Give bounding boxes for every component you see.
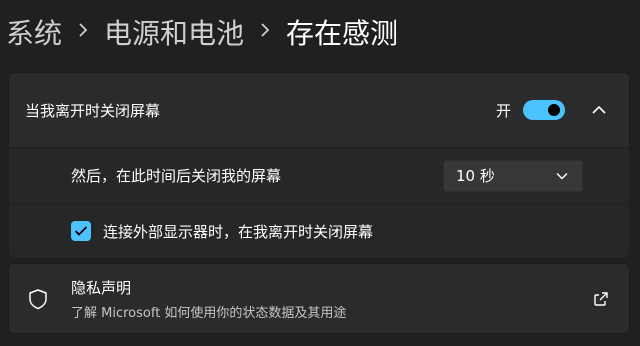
breadcrumb-power-battery[interactable]: 电源和电池	[104, 12, 244, 52]
collapse-button[interactable]	[587, 98, 611, 122]
timeout-label: 然后，在此时间后关闭我的屏幕	[71, 167, 282, 185]
external-link-icon[interactable]	[593, 291, 609, 307]
external-monitor-checkbox[interactable]	[71, 221, 91, 241]
shield-icon	[29, 288, 47, 309]
privacy-subtitle: 了解 Microsoft 如何使用你的状态数据及其用途	[71, 305, 347, 321]
chevron-up-icon	[592, 105, 606, 114]
privacy-title: 隐私声明	[71, 278, 132, 297]
chevron-right-icon	[260, 19, 270, 43]
external-monitor-label[interactable]: 连接外部显示器时，在我离开时关闭屏幕	[103, 221, 373, 242]
timeout-select[interactable]: 10 秒	[443, 159, 583, 192]
lock-screen-toggle[interactable]	[523, 100, 565, 120]
chevron-right-icon	[78, 19, 88, 43]
toggle-state-label: 开	[495, 101, 511, 120]
lock-screen-row[interactable]: 当我离开时关闭屏幕 开	[9, 73, 629, 147]
privacy-card[interactable]: 隐私声明 了解 Microsoft 如何使用你的状态数据及其用途	[8, 263, 630, 334]
timeout-row: 然后，在此时间后关闭我的屏幕 10 秒	[9, 147, 629, 203]
timeout-value: 10 秒	[456, 167, 495, 185]
lock-screen-label: 当我离开时关闭屏幕	[25, 101, 161, 120]
chevron-down-icon	[556, 172, 568, 180]
presence-settings-card: 当我离开时关闭屏幕 开 然后，在此时间后关闭我的屏幕 10 秒 连接外部显示器时…	[8, 72, 630, 258]
check-icon	[74, 226, 88, 236]
breadcrumb: 系统 电源和电池 存在感测	[6, 8, 398, 56]
toggle-knob	[548, 104, 560, 116]
page-title: 存在感测	[286, 17, 399, 50]
external-monitor-row: 连接外部显示器时，在我离开时关闭屏幕	[9, 203, 629, 258]
breadcrumb-system[interactable]: 系统	[6, 12, 62, 52]
